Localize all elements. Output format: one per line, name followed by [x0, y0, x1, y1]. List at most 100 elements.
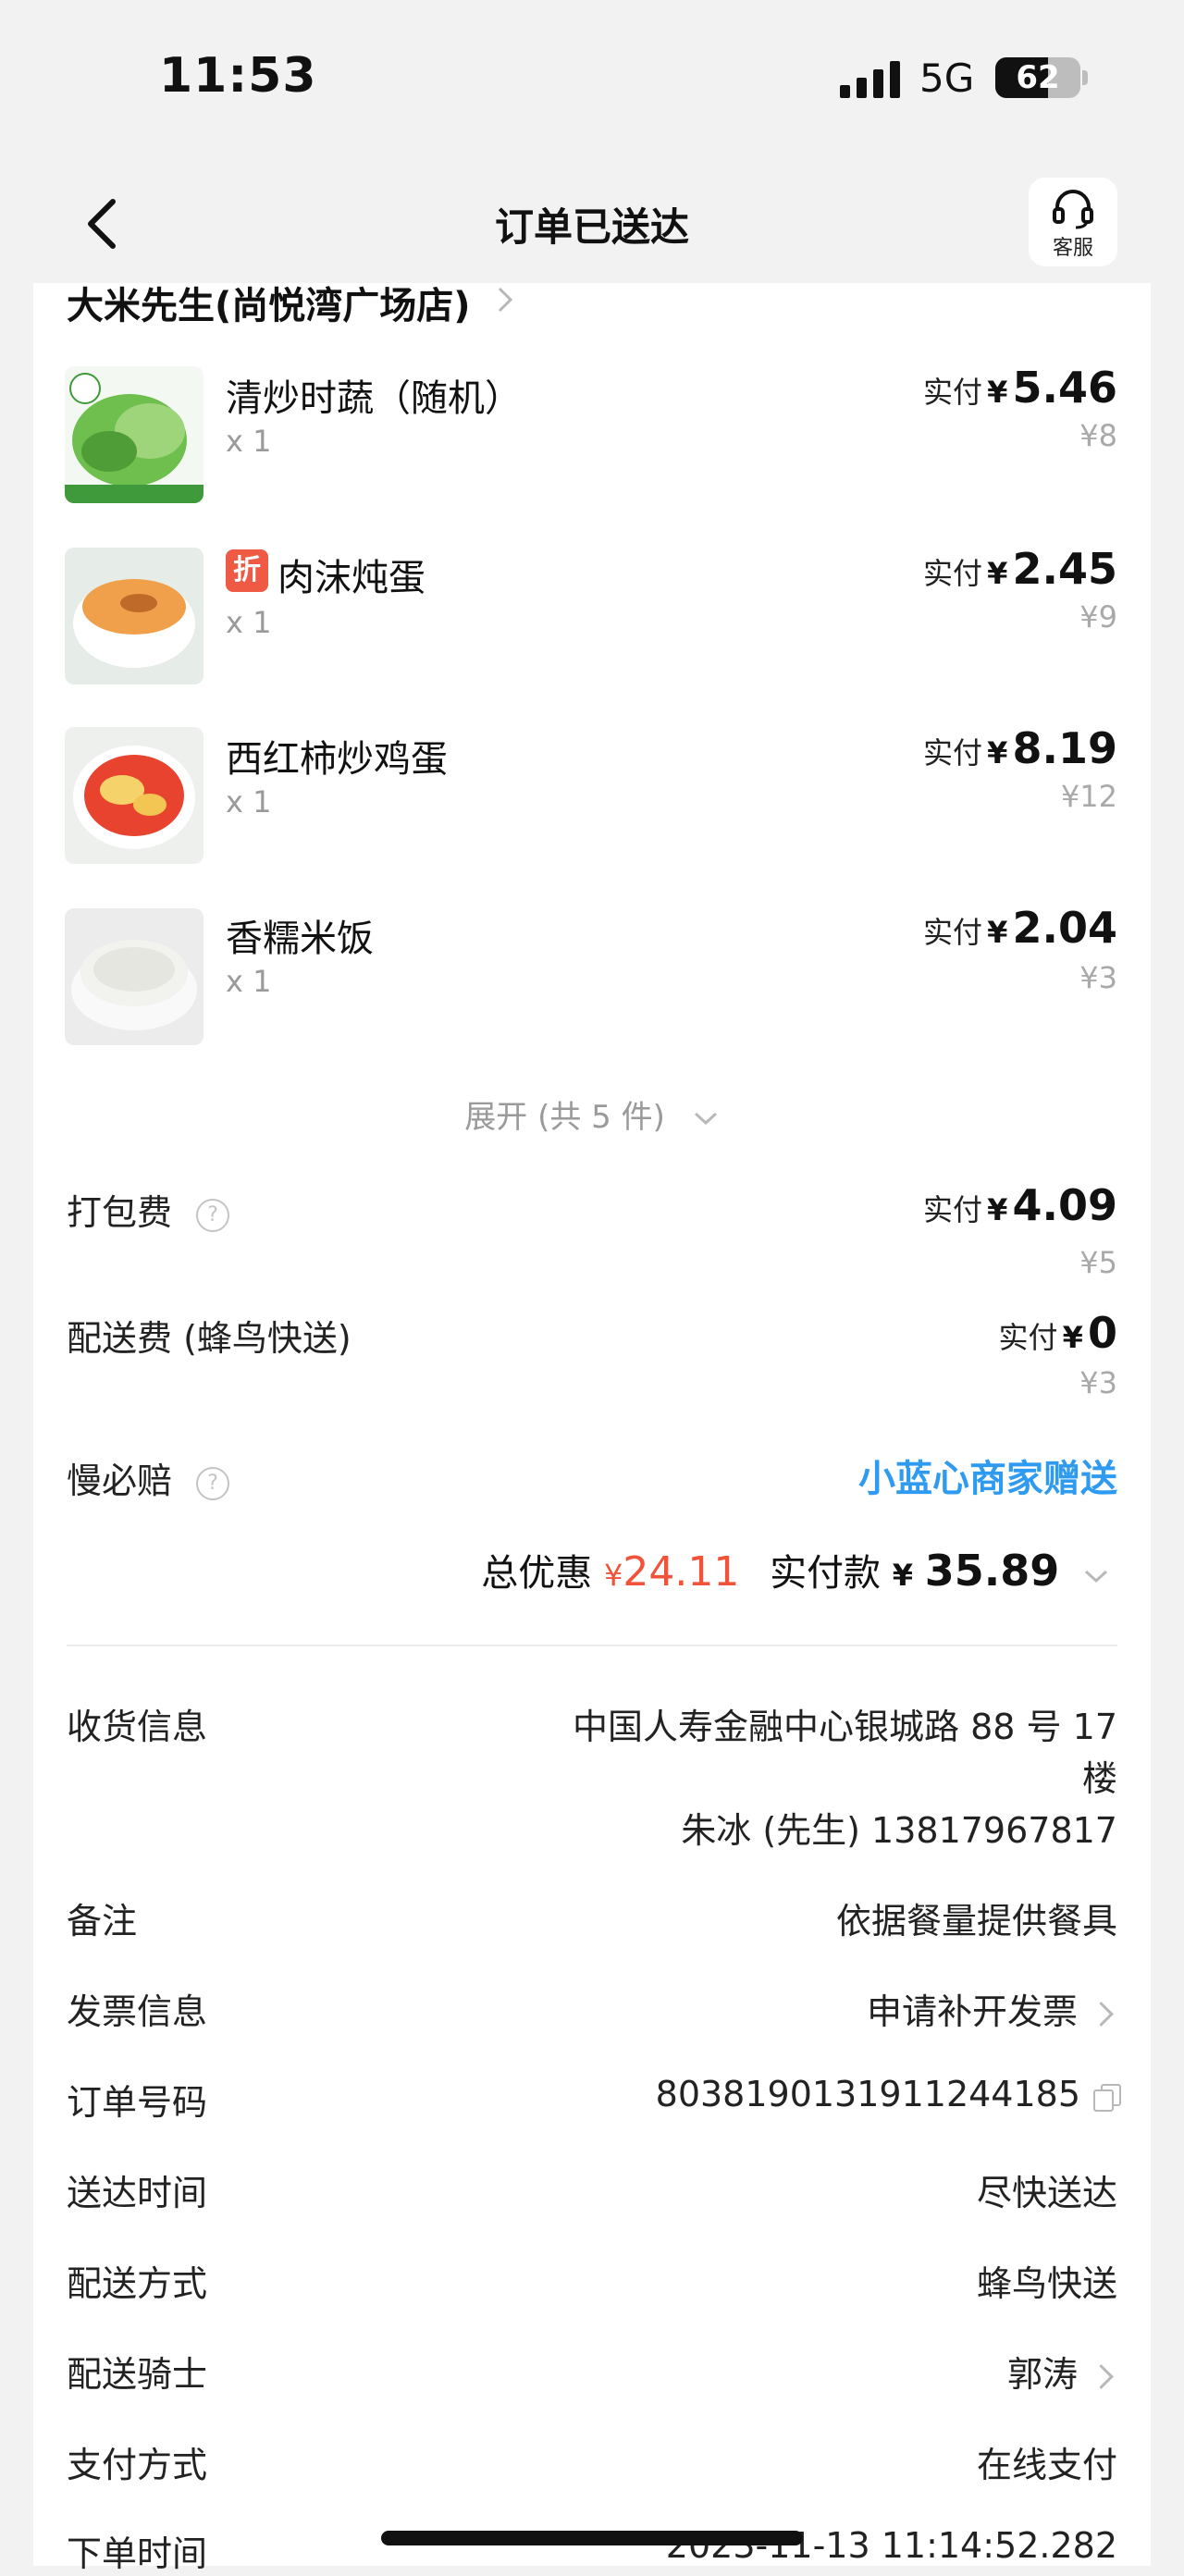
invoice-link[interactable]: 申请补开发票: [867, 1983, 1117, 2034]
slow-compensation-label: 慢必赔 ?: [67, 1452, 230, 1503]
delivery-method-value: 蜂鸟快送: [976, 2263, 1117, 2304]
total-paid-amount: 35.89: [924, 1546, 1060, 1596]
packing-fee-paid: 实付 ¥ 4.09: [923, 1180, 1117, 1230]
item-image: [65, 908, 204, 1045]
item-name: 肉沫炖蛋: [278, 557, 426, 599]
paid-amount: 5.46: [1012, 363, 1118, 413]
shop-name[interactable]: 大米先生(尚悦湾广场店): [67, 276, 471, 329]
currency: ¥: [1062, 1320, 1083, 1355]
invoice-value: 申请补开发票: [866, 1991, 1078, 2032]
expand-label: 展开 (共 5 件): [464, 1099, 665, 1136]
delivery-method-label: 配送方式: [67, 2263, 208, 2304]
copy-icon[interactable]: [1093, 2083, 1121, 2112]
chevron-down-icon: [1084, 1570, 1108, 1584]
remark-label: 备注: [67, 1901, 138, 1941]
address-label: 收货信息: [67, 1707, 208, 1747]
remark-value: 依据餐量提供餐具: [835, 1901, 1117, 1941]
currency: ¥: [987, 915, 1008, 950]
item-original-price: ¥12: [1060, 779, 1117, 814]
divider: [67, 1645, 1117, 1646]
chevron-right-icon: [1089, 2364, 1114, 2389]
paid-label: 实付: [923, 915, 983, 950]
delivery-fee-label: 配送费 (蜂鸟快送): [67, 1318, 352, 1359]
address-line2: 楼: [1081, 1758, 1117, 1799]
delivery-time-value: 尽快送达: [976, 2173, 1117, 2213]
item-original-price: ¥8: [1079, 418, 1117, 453]
rider-name: 郭涛: [1006, 2354, 1078, 2395]
item-paid: 实付 ¥ 8.19: [923, 723, 1117, 773]
order-no-row: 8038190131911244185: [655, 2074, 1121, 2114]
address-contact: 朱冰 (先生) 13817967817: [681, 1810, 1117, 1851]
paid-label: 实付: [923, 735, 983, 770]
item-paid: 实付 ¥ 5.46: [923, 363, 1117, 413]
order-no-label: 订单号码: [67, 2082, 208, 2123]
currency: ¥: [987, 556, 1008, 591]
help-icon[interactable]: ?: [196, 1466, 230, 1500]
payment-label: 支付方式: [67, 2445, 208, 2485]
paid-amount: 2.04: [1012, 903, 1118, 953]
discount-currency: ¥: [604, 1558, 623, 1593]
status-time: 11:53: [159, 48, 317, 104]
customer-service-label: 客服: [1052, 237, 1093, 260]
order-time-label: 下单时间: [67, 2533, 208, 2574]
delivery-time-label: 送达时间: [67, 2173, 208, 2213]
discount-amount: 24.11: [623, 1548, 740, 1596]
rider-label: 配送骑士: [67, 2354, 208, 2395]
paid-amount: 0: [1087, 1308, 1117, 1358]
packing-fee-original: ¥5: [1079, 1245, 1117, 1280]
item-qty: x 1: [226, 784, 272, 820]
item-image: [65, 366, 204, 503]
battery-icon: 62: [995, 57, 1080, 98]
expand-items-button[interactable]: 展开 (共 5 件): [0, 1091, 1184, 1137]
item-image: [65, 548, 204, 684]
signal-icon: [840, 61, 900, 98]
item-image: [65, 727, 204, 864]
order-totals[interactable]: 总优惠 ¥24.11 实付款 ¥ 35.89: [481, 1543, 1110, 1596]
help-icon[interactable]: ?: [196, 1198, 230, 1232]
chevron-right-icon: [1089, 2002, 1114, 2027]
payment-value: 在线支付: [976, 2445, 1117, 2485]
total-paid-label: 实付款: [770, 1552, 882, 1595]
item-original-price: ¥3: [1079, 960, 1117, 995]
paid-label: 实付: [923, 1192, 983, 1227]
packing-fee-label: 打包费 ?: [67, 1184, 230, 1235]
currency: ¥: [987, 375, 1008, 410]
item-paid: 实付 ¥ 2.45: [923, 544, 1117, 594]
customer-service-button[interactable]: 客服: [1029, 178, 1117, 266]
home-indicator[interactable]: [381, 2531, 803, 2545]
total-currency: ¥: [892, 1558, 914, 1593]
paid-label: 实付: [923, 375, 983, 410]
item-name: 香糯米饭: [226, 918, 374, 960]
battery-level: 62: [1016, 59, 1060, 96]
discount-label: 总优惠: [481, 1552, 593, 1595]
currency: ¥: [987, 1192, 1008, 1227]
address-line1: 中国人寿金融中心银城路 88 号 17: [573, 1707, 1117, 1747]
delivery-fee-original: ¥3: [1079, 1365, 1117, 1400]
item-name: 清炒时蔬（随机）: [226, 377, 522, 420]
slow-compensation-value[interactable]: 小蓝心商家赠送: [858, 1448, 1117, 1502]
invoice-label: 发票信息: [67, 1991, 208, 2032]
item-qty: x 1: [226, 424, 272, 459]
currency: ¥: [987, 735, 1008, 770]
network-type: 5G: [919, 55, 975, 101]
item-qty: x 1: [226, 964, 272, 999]
chevron-down-icon: [694, 1112, 717, 1126]
item-paid: 实付 ¥ 2.04: [923, 903, 1117, 953]
headset-icon: [1053, 190, 1093, 229]
paid-label: 实付: [923, 556, 983, 591]
item-name: 西红柿炒鸡蛋: [226, 738, 448, 781]
page-title: 订单已送达: [494, 204, 689, 250]
paid-amount: 8.19: [1012, 723, 1118, 773]
item-original-price: ¥9: [1079, 599, 1117, 635]
paid-amount: 4.09: [1012, 1180, 1118, 1230]
chevron-right-icon[interactable]: [494, 283, 516, 316]
battery-tip: [1082, 70, 1088, 85]
slow-compensation-text: 慢必赔: [67, 1461, 173, 1501]
packing-fee-text: 打包费: [67, 1192, 173, 1233]
rider-link[interactable]: 郭涛: [1007, 2346, 1117, 2397]
paid-amount: 2.45: [1012, 544, 1118, 594]
order-no-value: 8038190131911244185: [655, 2074, 1080, 2114]
item-qty: x 1: [226, 605, 272, 640]
discount-badge: 折: [226, 549, 268, 592]
delivery-fee-paid: 实付 ¥ 0: [999, 1308, 1117, 1358]
